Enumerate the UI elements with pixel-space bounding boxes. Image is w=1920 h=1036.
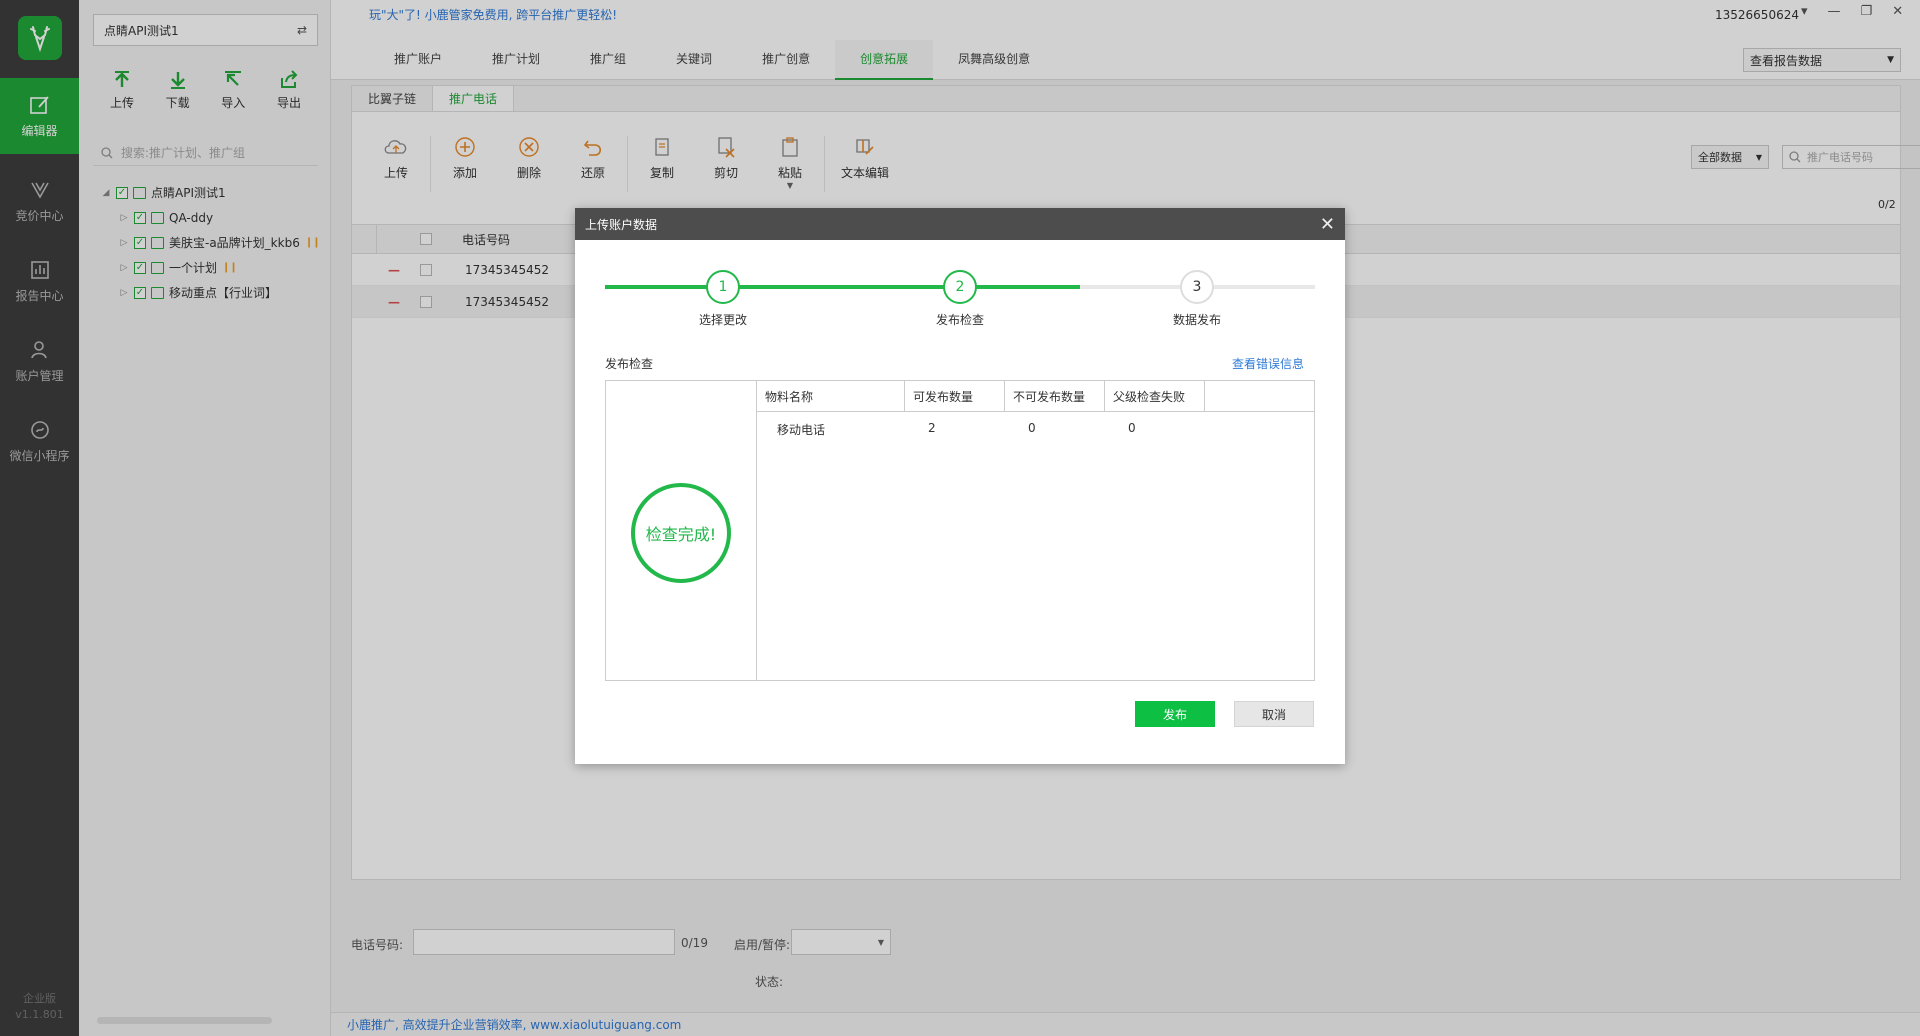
parent-failed-cell: 0 [1128,421,1136,435]
step-2-label: 发布检查 [935,313,984,327]
check-status-panel: 检查完成! [606,381,757,680]
publish-button[interactable]: 发布 [1135,701,1215,727]
column-header-material: 物料名称 [757,381,905,412]
step-3-label: 数据发布 [1172,313,1221,327]
check-result-box: 检查完成! 物料名称 可发布数量 不可发布数量 父级检查失败 移动电话 2 0 … [605,380,1315,681]
column-header-publishable: 可发布数量 [905,381,1005,412]
step-2: 2 [943,270,977,304]
progress-line-done [605,285,1080,289]
dialog-title: 上传账户数据 [585,217,658,232]
step-3: 3 [1180,270,1214,304]
column-header-parent-failed: 父级检查失败 [1105,381,1205,412]
result-table-header: 物料名称 可发布数量 不可发布数量 父级检查失败 [757,381,1314,412]
dialog-header: 上传账户数据 ✕ [575,208,1345,240]
publishable-cell: 2 [928,421,936,435]
upload-dialog: 上传账户数据 ✕ 1 2 3 选择更改 发布检查 数据发布 发布检查 查看错误信… [575,208,1345,764]
material-name-cell: 移动电话 [777,423,826,437]
close-icon[interactable]: ✕ [1320,214,1335,235]
column-header-unpublishable: 不可发布数量 [1005,381,1105,412]
view-errors-link[interactable]: 查看错误信息 [1232,355,1304,372]
step-1: 1 [706,270,740,304]
check-complete-ring: 检查完成! [631,483,731,583]
cancel-button[interactable]: 取消 [1234,701,1314,727]
section-title: 发布检查 [605,357,654,371]
check-complete-text: 检查完成! [645,525,717,544]
unpublishable-cell: 0 [1028,421,1036,435]
step-1-label: 选择更改 [698,313,747,327]
